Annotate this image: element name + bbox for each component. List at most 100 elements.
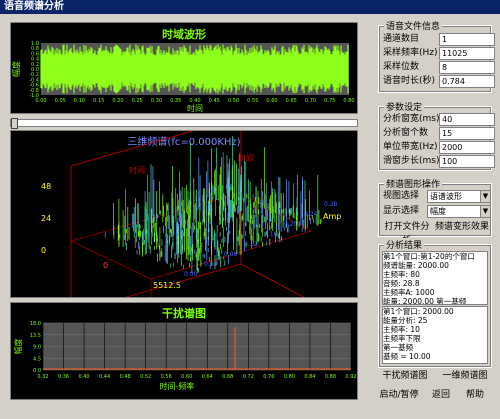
x-tick-label: 0.70 [305, 98, 316, 104]
interference-chart: 18.013.59.04.50.00.32 0.36 0.40 0.44 0.48 0.5… [13, 321, 357, 391]
window-count-field[interactable]: 15 [439, 127, 495, 140]
step-label: 滑窗步长(ms) [383, 156, 440, 166]
list-item: 第1个窗口:第1-20的个窗口 [383, 252, 475, 261]
x-tick-label: 0.80 [343, 98, 354, 104]
time-scroll-thumb[interactable] [11, 118, 18, 129]
view-select[interactable]: 语谱波形 ▼ [427, 190, 491, 203]
sample-rate-field[interactable]: 11025 [439, 47, 495, 60]
x-tick-label: 0.75 [324, 98, 335, 104]
display-select[interactable]: 幅度 ▼ [427, 205, 491, 218]
x-tick-label: 0.64 [202, 374, 213, 380]
x-tick-label: 0.88 [325, 374, 336, 380]
display-select-value: 幅度 [430, 207, 446, 216]
window-title: 语音频谱分析 [4, 1, 64, 12]
freq-tick-label: 0.28 [324, 201, 338, 208]
x-tick-label: 0.40 [78, 374, 89, 380]
interference-display-button[interactable]: 干扰频谱图 [376, 369, 434, 383]
spectrum3d-chart: 48240时间时间Amp05512.50.000.040.080.120.160… [41, 131, 341, 297]
analysis-group: 分析结果 第1个窗口:第1-20的个窗口 频谱能量: 2000.00 主频率: … [378, 238, 492, 368]
x-tick-label: 0.84 [304, 374, 315, 380]
freq-tick-label: 0.04 [204, 261, 218, 268]
time-waveform-chart: 1.00.80.60.40.20.0-0.2-0.4-0.6-0.8-1.00.… [11, 41, 355, 113]
y-tick-label: 18.0 [30, 321, 41, 327]
list-item: 能量: 2000.00 第一基频 [383, 297, 467, 305]
analysis-list-1[interactable]: 第1个窗口:第1-20的个窗口 频谱能量: 2000.00 主频率: 80 音频… [382, 251, 488, 305]
x-tick-label: 0.00 [35, 98, 46, 104]
x-tick-label: 0.52 [140, 374, 151, 380]
time-waveform-panel: 时域波形 1.0 0.8 0.6 0.4 0.2 0.0 -0.2 -0.4 -0.6 -0.8-… [10, 22, 358, 114]
view-label: 视图选择 [383, 191, 420, 201]
back-button[interactable]: 返回 [426, 388, 456, 402]
analysis-list-2[interactable]: 第1个窗口: 2000.00 能量分析: 25 主频率: 10 主频率下限 第一… [382, 306, 488, 364]
spectrum3d-panel: 三维频谱(fc=0.000KHz) 48 24 0 时间 时间 Amp 0 5512.5 0.0… [10, 130, 358, 298]
x-tick-label: 0.72 [243, 374, 254, 380]
x-tick-label: 0.36 [58, 374, 69, 380]
duration-label: 语音时长(秒) [383, 76, 436, 86]
z-tick-label: 48 [41, 182, 51, 191]
sample-rate-label: 采样频率(Hz) [383, 48, 438, 58]
duration-field[interactable]: 0.784 [439, 75, 495, 88]
x-tick-label: 0.80 [284, 374, 295, 380]
x-axis-label: 时间-频率 [160, 381, 195, 391]
x-tick-label: 0.25 [132, 98, 143, 104]
x-tick-label: 0.55 [247, 98, 258, 104]
x-tick-label: 0.92 [345, 374, 356, 380]
x-tick-label: 0.30 [151, 98, 162, 104]
window-titlebar: 语音频谱分析 [0, 0, 500, 14]
x-tick-label: 0.50 [228, 98, 239, 104]
analysis-title: 分析结果 [384, 238, 425, 251]
x-tick-label: 0.45 [209, 98, 220, 104]
list-item: 音频: 28.8 [383, 279, 420, 288]
time-scroll-track[interactable] [10, 118, 358, 129]
x-tick-label: 0.32 [37, 374, 48, 380]
channels-field[interactable]: 1 [439, 33, 495, 46]
amp-label: Amp [323, 212, 341, 221]
spectrum-ops-group: 频谱图形操作 视图选择 语谱波形 ▼ 显示选择 幅度 ▼ 打开文件分析 频谱变形效果 [378, 177, 492, 246]
list-item: 主频率: 80 [383, 270, 420, 279]
list-item: 主频率: 10 [383, 325, 420, 334]
x-tick-label: 0.44 [99, 374, 110, 380]
x-tick-label: 0.48 [120, 374, 131, 380]
list-item: 主频率下限 [383, 334, 421, 343]
list-item: 主频率A: 1000 [383, 288, 435, 297]
time-axis-label: 时间 [238, 153, 254, 163]
y-tick-label: 13.5 [30, 333, 41, 339]
window-width-label: 分析窗宽(ms) [383, 114, 440, 124]
freq-tick-label: 0.08 [224, 251, 238, 258]
time-axis-label: 时间 [129, 165, 145, 175]
origin-label: 0 [103, 261, 108, 270]
step-field[interactable]: 100 [439, 155, 495, 168]
window-count-label: 分析窗个数 [383, 128, 429, 138]
open-file-button[interactable]: 打开文件分析 [381, 220, 433, 246]
list-item: 基频 = 10.00 [383, 352, 431, 361]
single-spectrum-button[interactable]: 一维频谱图 [436, 369, 494, 383]
bits-field[interactable]: 8 [439, 61, 495, 74]
x-tick-label: 0.65 [286, 98, 297, 104]
spectrum-effect-button[interactable]: 频谱变形效果 [435, 220, 489, 234]
help-button[interactable]: 帮助 [460, 388, 490, 402]
y-tick-label: 4.5 [33, 356, 41, 362]
bandwidth-field[interactable]: 2000 [439, 141, 495, 154]
display-label: 显示选择 [383, 206, 420, 216]
chevron-down-icon[interactable]: ▼ [480, 191, 490, 202]
window-width-field[interactable]: 40 [439, 113, 495, 126]
channels-label: 通道数目 [383, 34, 420, 44]
view-select-value: 语谱波形 [430, 192, 462, 201]
y-axis-label: 幅度 [13, 339, 23, 355]
x-tick-label: 0.68 [222, 374, 233, 380]
chevron-down-icon[interactable]: ▼ [480, 206, 490, 217]
freq-tick-label: 0.00 [184, 271, 198, 278]
x-tick-label: 0.60 [266, 98, 277, 104]
spectrum-ops-title: 频谱图形操作 [384, 177, 443, 190]
x-tick-label: 0.56 [161, 374, 172, 380]
x-tick-label: 0.15 [93, 98, 104, 104]
params-group: 参数设定 分析窗宽(ms) 40 分析窗个数 15 单位带宽(Hz) 2000 滑窗步… [378, 100, 495, 171]
list-item: 第1个窗口: 2000.00 [383, 307, 454, 316]
start-pause-button[interactable]: 启动/暂停 [378, 388, 420, 402]
list-item: 第一基频 [383, 343, 413, 352]
params-title: 参数设定 [384, 100, 425, 113]
bottom-freq-label: 5512.5 [153, 281, 181, 290]
x-tick-label: 0.35 [170, 98, 181, 104]
x-axis-label: 时间 [187, 103, 203, 113]
file-info-title: 语音文件信息 [384, 19, 443, 32]
